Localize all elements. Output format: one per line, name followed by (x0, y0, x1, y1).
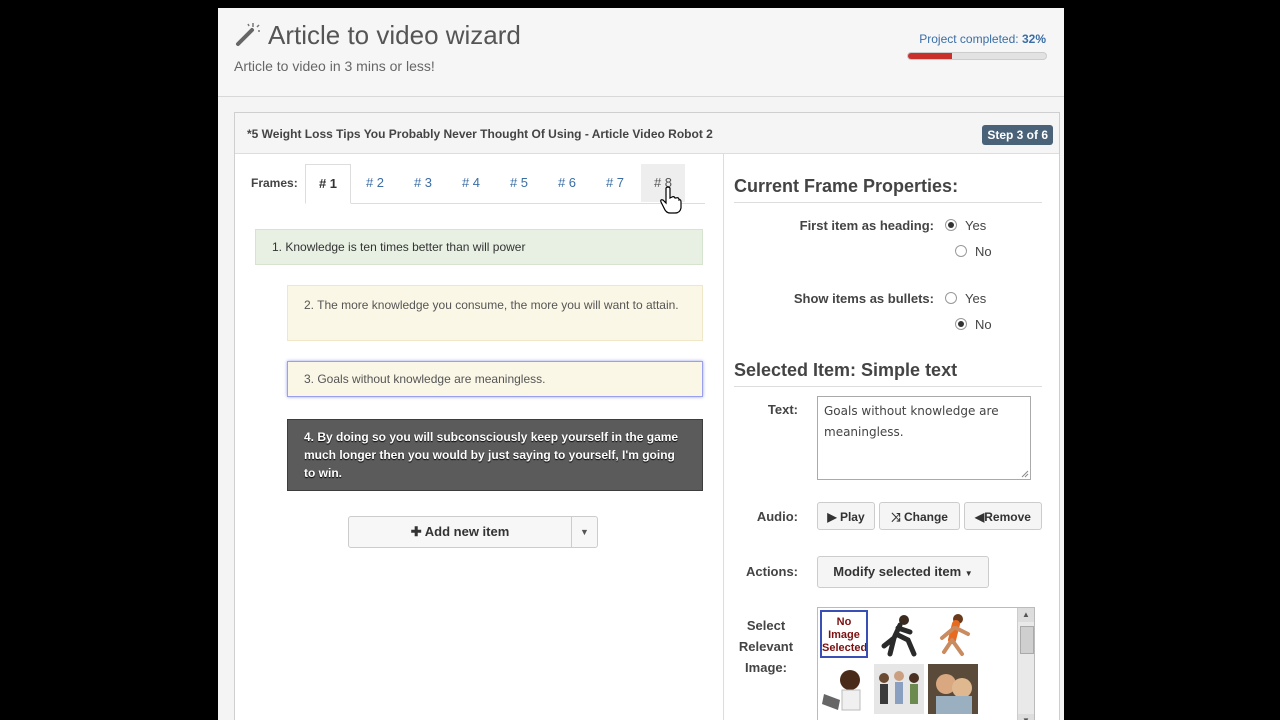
tab-frame-3[interactable]: # 3 (401, 164, 445, 202)
add-item-button-group: ✚ Add new item ▼ (348, 516, 598, 548)
tab-frame-4[interactable]: # 4 (449, 164, 493, 202)
speaker-icon: ◀ (975, 510, 985, 524)
section-divider (734, 202, 1042, 203)
resize-grip-icon[interactable] (1021, 470, 1029, 478)
heading-yes-radio[interactable]: Yes (945, 218, 986, 233)
scroll-down-arrow-icon[interactable]: ▼ (1018, 714, 1034, 720)
page-subtitle: Article to video in 3 mins or less! (234, 58, 435, 74)
caret-down-icon: ▼ (580, 527, 589, 537)
actions-label: Actions: (746, 564, 798, 579)
tab-frame-7[interactable]: # 7 (593, 164, 637, 202)
bullets-no-radio[interactable]: No (955, 317, 992, 332)
progress-label: Project completed: 32% (919, 32, 1046, 46)
play-audio-button[interactable]: ▶ Play (817, 502, 875, 530)
audio-label: Audio: (756, 509, 798, 524)
frame-item-4[interactable]: 4. By doing so you will subconsciously k… (287, 419, 703, 491)
image-picker[interactable]: No Image Selected ▲ (817, 607, 1035, 720)
image-picker-scrollbar[interactable]: ▲ ▼ (1017, 608, 1034, 720)
page-title: Article to video wizard (268, 20, 521, 50)
plus-icon: ✚ (410, 524, 422, 539)
remove-audio-button[interactable]: ◀Remove (964, 502, 1042, 530)
tab-frame-5[interactable]: # 5 (497, 164, 541, 202)
radio-selected-icon (945, 219, 957, 231)
selected-item-title: Selected Item: Simple text (734, 360, 958, 380)
section-divider (734, 386, 1042, 387)
progress-label-text: Project completed: (919, 32, 1019, 46)
bullets-yes-radio[interactable]: Yes (945, 291, 986, 306)
group-exercise-image[interactable] (874, 664, 924, 714)
step-badge: Step 3 of 6 (982, 125, 1053, 145)
panel-header: *5 Weight Loss Tips You Probably Never T… (235, 113, 1059, 154)
properties-column: Current Frame Properties: First item as … (724, 154, 1059, 720)
modify-selected-item-dropdown[interactable]: Modify selected item ▼ (817, 556, 989, 588)
frame-properties-title: Current Frame Properties: (734, 176, 959, 196)
no-image-option[interactable]: No Image Selected (820, 610, 868, 658)
heading-yes-label: Yes (965, 218, 987, 233)
scrollbar-thumb[interactable] (1020, 626, 1034, 654)
change-audio-button[interactable]: ⤨ Change (879, 502, 960, 530)
runner-start-image[interactable] (874, 610, 924, 660)
radio-selected-icon (955, 318, 967, 330)
heading-no-radio[interactable]: No (955, 244, 992, 259)
item-text-field[interactable]: Goals without knowledge are meaningless. (817, 396, 1031, 480)
add-item-dropdown-toggle[interactable]: ▼ (572, 517, 597, 547)
tab-frame-6[interactable]: # 6 (545, 164, 589, 202)
change-label: Change (903, 510, 948, 524)
frames-label: Frames: (251, 176, 298, 190)
play-icon: ▶ (827, 510, 837, 524)
frames-column: Frames: # 1 # 2 # 3 # 4 # 5 # 6 # 7 # 8 … (235, 154, 724, 720)
frame-item-1[interactable]: 1. Knowledge is ten times better than wi… (255, 229, 703, 265)
scroll-up-arrow-icon[interactable]: ▲ (1018, 608, 1034, 622)
add-new-item-button[interactable]: ✚ Add new item (349, 517, 571, 547)
frame-item-2[interactable]: 2. The more knowledge you consume, the m… (287, 285, 703, 341)
wizard-panel: *5 Weight Loss Tips You Probably Never T… (234, 112, 1060, 720)
add-new-item-label: Add new item (424, 524, 510, 539)
bullets-option-label: Show items as bullets: (793, 291, 934, 306)
radio-unselected-icon (955, 245, 967, 257)
project-title: *5 Weight Loss Tips You Probably Never T… (247, 127, 713, 141)
woman-laptop-image[interactable] (820, 664, 870, 714)
bullets-yes-label: Yes (965, 291, 987, 306)
women-smiling-image[interactable] (928, 664, 978, 714)
progress-value: 32% (1021, 32, 1046, 46)
progress-bar (907, 52, 1047, 60)
tab-frame-2[interactable]: # 2 (353, 164, 397, 202)
wizard-header: Article to video wizard Article to video… (218, 8, 1064, 97)
text-label: Text: (767, 402, 798, 417)
shuffle-icon: ⤨ (891, 510, 901, 524)
caret-down-icon: ▼ (964, 569, 973, 578)
heading-no-label: No (975, 244, 992, 259)
bullets-no-label: No (975, 317, 992, 332)
radio-unselected-icon (945, 292, 957, 304)
hand-cursor-icon (660, 186, 682, 214)
tabs-divider (305, 203, 705, 204)
progress-bar-fill (908, 53, 953, 59)
select-image-label: Select Relevant Image: (738, 618, 794, 675)
wizard-page: Article to video wizard Article to video… (218, 8, 1064, 720)
woman-running-image[interactable] (928, 610, 978, 660)
frame-item-3[interactable]: 3. Goals without knowledge are meaningle… (287, 361, 703, 397)
item-text-value: Goals without knowledge are meaningless. (824, 404, 999, 439)
modify-label: Modify selected item (833, 564, 962, 579)
tab-frame-1[interactable]: # 1 (305, 164, 351, 204)
heading-option-label: First item as heading: (799, 218, 934, 233)
magic-wand-icon (236, 23, 260, 46)
play-label: Play (839, 510, 865, 524)
remove-label: Remove (984, 510, 1031, 524)
